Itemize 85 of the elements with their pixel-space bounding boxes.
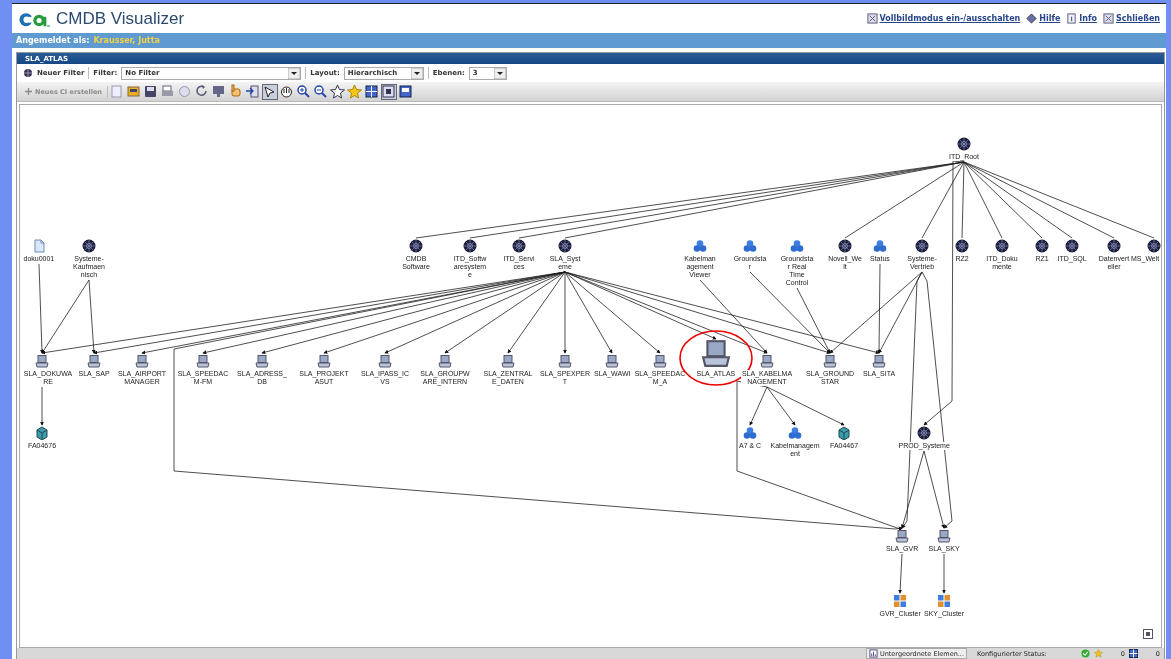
server-icon[interactable]	[317, 354, 331, 368]
document-icon[interactable]	[32, 239, 46, 253]
grid-icon	[364, 84, 380, 99]
server-icon[interactable]	[605, 354, 619, 368]
globe-icon[interactable]	[1065, 239, 1079, 253]
globe-icon[interactable]	[917, 426, 931, 440]
server-icon[interactable]	[823, 354, 837, 368]
server-icon[interactable]	[760, 354, 774, 368]
globe-icon[interactable]	[463, 239, 477, 253]
toolbar-button[interactable]	[363, 83, 380, 100]
globe-icon[interactable]	[512, 239, 526, 253]
zoom-out-icon	[313, 84, 329, 99]
globe-icon[interactable]	[995, 239, 1009, 253]
cluster-icon[interactable]	[937, 594, 951, 608]
toolbar-button[interactable]	[397, 83, 414, 100]
plus-icon	[25, 88, 32, 95]
caret-icon	[288, 67, 301, 79]
server-icon[interactable]	[438, 354, 452, 368]
server-icon[interactable]	[872, 354, 886, 368]
info-icon	[1066, 13, 1078, 24]
header-link[interactable]: Info	[1079, 14, 1097, 23]
cluster-icon[interactable]	[743, 426, 757, 440]
window-icon	[866, 13, 878, 24]
cluster-icon[interactable]	[873, 239, 887, 253]
server-icon[interactable]	[501, 354, 515, 368]
toolbar-button[interactable]	[125, 83, 142, 100]
refresh-icon	[194, 84, 210, 99]
globe-icon[interactable]	[1107, 239, 1121, 253]
star-icon	[330, 84, 346, 99]
star-icon	[1093, 649, 1103, 658]
server-icon[interactable]	[895, 529, 909, 543]
star-icon	[347, 84, 363, 99]
caret-icon	[410, 67, 423, 79]
cluster-icon[interactable]	[788, 426, 802, 440]
exit-icon	[245, 84, 261, 99]
folder-icon	[126, 84, 142, 99]
cluster-icon[interactable]	[893, 594, 907, 608]
page-icon	[109, 84, 125, 99]
globe-icon[interactable]	[1147, 239, 1161, 253]
toolbar-button[interactable]	[380, 83, 397, 100]
filter-icon	[23, 68, 33, 78]
globe-icon[interactable]	[838, 239, 852, 253]
circle-icon	[177, 84, 193, 99]
globe-icon[interactable]	[558, 239, 572, 253]
user-name: Krausser, Jutta	[93, 36, 160, 45]
box-icon[interactable]	[837, 426, 851, 440]
toolbar-button[interactable]	[295, 83, 312, 100]
cluster-icon[interactable]	[790, 239, 804, 253]
server-icon[interactable]	[378, 354, 392, 368]
server-icon[interactable]	[87, 354, 101, 368]
fit-icon	[381, 84, 397, 99]
server-icon[interactable]	[255, 354, 269, 368]
header-link[interactable]: Hilfe	[1039, 14, 1061, 23]
globe-icon[interactable]	[955, 239, 969, 253]
server-icon[interactable]	[937, 529, 951, 543]
server-icon[interactable]	[135, 354, 149, 368]
toolbar-button[interactable]	[244, 83, 261, 100]
zoom-in-icon	[296, 84, 312, 99]
caret-icon	[493, 67, 506, 79]
app-title: CMDB Visualizer	[56, 8, 185, 29]
cluster-icon[interactable]	[693, 239, 707, 253]
server-icon[interactable]	[196, 354, 210, 368]
toolbar-button[interactable]	[329, 83, 346, 100]
layout-icon	[398, 84, 414, 99]
globe-icon[interactable]	[957, 137, 971, 151]
toolbar-button[interactable]	[142, 83, 159, 100]
server-icon[interactable]	[35, 354, 49, 368]
globe-icon[interactable]	[1035, 239, 1049, 253]
server-icon[interactable]	[701, 338, 731, 368]
login-label: Angemeldet als:	[16, 36, 90, 45]
toolbar-button[interactable]	[261, 83, 278, 100]
server-icon[interactable]	[558, 354, 572, 368]
globe-icon[interactable]	[409, 239, 423, 253]
printer-icon	[160, 84, 176, 99]
cluster-icon[interactable]	[743, 239, 757, 253]
header-link[interactable]: Vollbildmodus ein-/ausschalten	[879, 14, 1021, 23]
header-link[interactable]: Schließen	[1116, 14, 1160, 23]
fit-icon[interactable]	[1143, 629, 1153, 639]
monitor-icon	[211, 84, 227, 99]
box-icon[interactable]	[35, 426, 49, 440]
globe-icon[interactable]	[82, 239, 96, 253]
globe-icon[interactable]	[915, 239, 929, 253]
server-icon[interactable]	[653, 354, 667, 368]
toolbar-button[interactable]	[312, 83, 329, 100]
window-icon	[1103, 13, 1114, 24]
